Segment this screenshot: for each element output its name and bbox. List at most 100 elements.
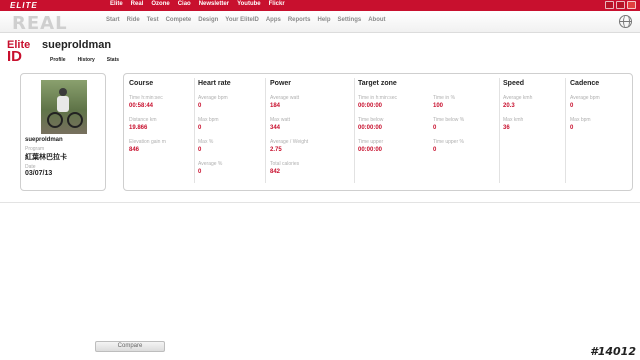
profile-card: sueproldman Program 紅葉林巴拉卡 Date 03/07/13 [20,73,106,191]
speed-max-label: Max kmh [503,117,524,123]
date-value: 03/07/13 [25,170,53,177]
tz-timepct-value: 100 [433,103,444,109]
course-section: Course Time h:min:sec 00:58:44 Distance … [129,74,195,184]
nav-start[interactable]: Start [106,17,120,23]
power-max-value: 344 [270,125,281,131]
nav-apps[interactable]: Apps [266,17,281,23]
speed-avg-label: Average kmh [503,95,533,101]
nav-your-eliteid[interactable]: Your EliteID [225,17,259,23]
cadence-avg-label: Average bpm [570,95,600,101]
nav-settings[interactable]: Settings [338,17,362,23]
maximize-icon[interactable] [616,1,625,9]
stats-panel: Course Time h:min:sec 00:58:44 Distance … [123,73,633,191]
course-elevation-value: 846 [129,147,140,153]
divider [499,78,500,183]
tz-belowpct-label: Time below % [433,117,465,123]
cadence-avg-value: 0 [570,103,574,109]
top-link-elite[interactable]: Elite [110,1,123,7]
globe-icon[interactable] [619,15,632,28]
nav-ride[interactable]: Ride [127,17,140,23]
course-elevation-label: Elevation gain m [129,139,166,145]
close-icon[interactable] [627,1,636,9]
tz-upper-label: Time upper [358,139,384,145]
course-time-value: 00:58:44 [129,103,154,109]
hr-avg-label: Average bpm [198,95,228,101]
hr-max-value: 0 [198,125,202,131]
top-link-ciao[interactable]: Ciao [178,1,191,7]
course-distance-label: Distance km [129,117,157,123]
divider [194,78,195,183]
divider [0,202,640,203]
divider [354,78,355,183]
tab-history[interactable]: History [78,57,95,63]
nav-compete[interactable]: Compete [166,17,192,23]
page-title: sueproldman [42,39,112,51]
speed-section: Speed Average kmh 20.3 Max kmh 36 [503,74,563,184]
nav-menu: Start Ride Test Compete Design Your Elit… [106,17,386,23]
power-title: Power [270,80,292,87]
power-weight-label: Average / Weight [270,139,309,145]
cadence-max-value: 0 [570,125,574,131]
cadence-section: Cadence Average bpm 0 Max bpm 0 [570,74,630,184]
tz-time-label: Time in h:min:sec [358,95,397,101]
tz-upperpct-value: 0 [433,147,437,153]
top-link-flickr[interactable]: Flickr [269,1,285,7]
window-controls [605,1,636,9]
hr-avgpct-label: Average % [198,161,223,167]
speed-max-value: 36 [503,125,510,131]
watermark: #14012 [590,345,636,358]
compare-button[interactable]: Compare [95,341,165,352]
elite-logo: ELITE [10,1,38,10]
power-weight-value: 2.75 [270,147,282,153]
tz-upperpct-label: Time upper % [433,139,464,145]
course-title: Course [129,80,154,87]
calories-value: 842 [270,169,281,175]
real-brand-logo: REAL [12,13,68,34]
course-distance-value: 19.866 [129,125,148,131]
nav-design[interactable]: Design [198,17,218,23]
nav-about[interactable]: About [368,17,385,23]
nav-test[interactable]: Test [147,17,159,23]
tz-below-label: Time below [358,117,384,123]
profile-name: sueproldman [25,137,63,143]
hr-avg-value: 0 [198,103,202,109]
top-link-ozone[interactable]: Ozone [151,1,169,7]
divider [565,78,566,183]
tz-upper-value: 00:00:00 [358,147,383,153]
tz-time-value: 00:00:00 [358,103,383,109]
cadence-max-label: Max bpm [570,117,591,123]
power-max-label: Max watt [270,117,291,123]
divider [265,78,266,183]
nav-help[interactable]: Help [318,17,331,23]
top-link-youtube[interactable]: Youtube [237,1,261,7]
target-zone-title: Target zone [358,80,397,87]
tz-timepct-label: Time in % [433,95,456,101]
hr-avgpct-value: 0 [198,169,202,175]
top-link-newsletter[interactable]: Newsletter [199,1,229,7]
speed-avg-value: 20.3 [503,103,515,109]
power-section: Power Average watt 184 Max watt 344 Aver… [270,74,350,184]
target-zone-section: Target zone Time in h:min:sec 00:00:00 T… [358,74,498,184]
title-bar: ELITE Elite Real Ozone Ciao Newsletter Y… [0,0,640,11]
heart-rate-section: Heart rate Average bpm 0 Max bpm 0 Max %… [198,74,264,184]
power-avg-value: 184 [270,103,281,109]
course-time-label: Time h:min:sec [129,95,163,101]
heart-rate-title: Heart rate [198,80,231,87]
tz-belowpct-value: 0 [433,125,437,131]
eliteid-logo: Elite ID [7,39,31,65]
avatar [41,80,87,134]
hr-max-label: Max bpm [198,117,219,123]
program-value: 紅葉林巴拉卡 [25,154,67,161]
top-link-real[interactable]: Real [131,1,144,7]
tz-below-value: 00:00:00 [358,125,383,131]
nav-reports[interactable]: Reports [288,17,311,23]
minimize-icon[interactable] [605,1,614,9]
power-avg-label: Average watt [270,95,300,101]
profile-tabs: Profile History Stats [50,57,119,63]
hr-maxpct-value: 0 [198,147,202,153]
cadence-title: Cadence [570,80,600,87]
tab-stats[interactable]: Stats [107,57,119,63]
speed-title: Speed [503,80,525,87]
calories-label: Total calories [270,161,300,167]
tab-profile[interactable]: Profile [50,57,66,63]
